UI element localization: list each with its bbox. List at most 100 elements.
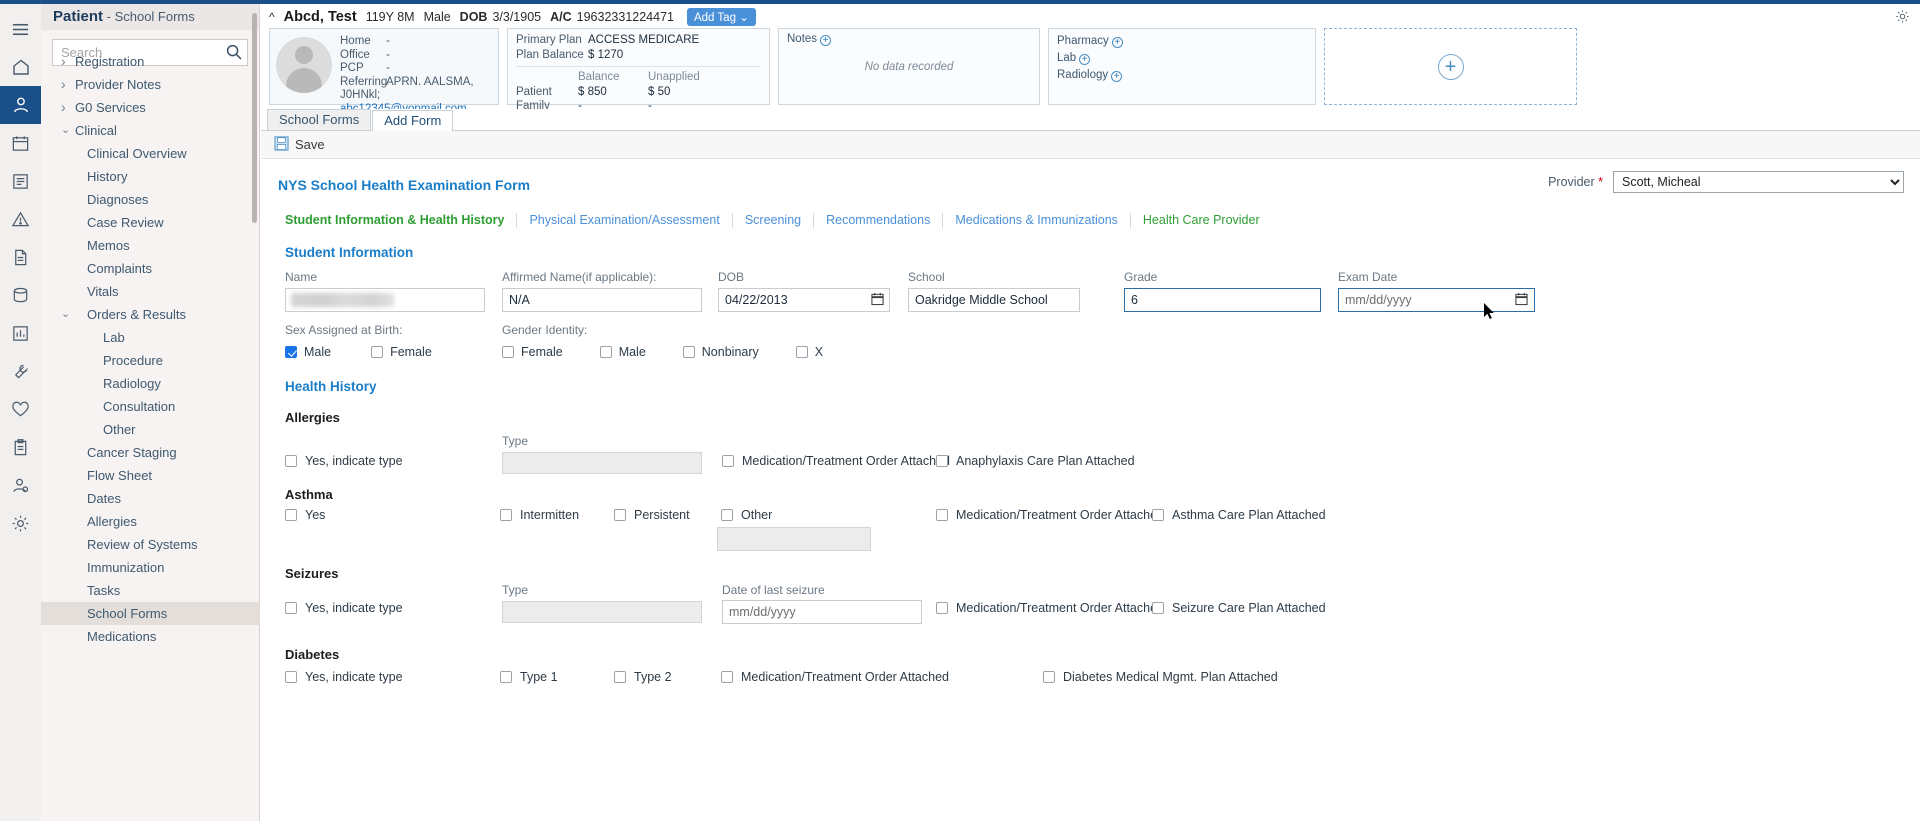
seizures-med-order[interactable]: Medication/Treatment Order Attached: [936, 601, 1164, 615]
sidebar-item-case-review[interactable]: Case Review: [41, 211, 260, 234]
user-gear-icon[interactable]: [0, 466, 41, 504]
sidebar-item-g0-services[interactable]: › G0 Services: [41, 96, 260, 119]
seizures-last-date-input[interactable]: [722, 600, 922, 624]
asthma-other-checkbox[interactable]: [721, 509, 733, 521]
seizures-care-plan-checkbox[interactable]: [1152, 602, 1164, 614]
dob-input[interactable]: [718, 288, 890, 312]
sidebar-item-school-forms[interactable]: School Forms: [41, 602, 260, 625]
exam-date-input[interactable]: [1338, 288, 1535, 312]
allergies-yes-checkbox[interactable]: [285, 455, 297, 467]
allergies-med-order-checkbox[interactable]: [722, 455, 734, 467]
grade-input[interactable]: [1124, 288, 1321, 312]
sidebar-item-vitals[interactable]: Vitals: [41, 280, 260, 303]
sidebar-item-review-of-systems[interactable]: Review of Systems: [41, 533, 260, 556]
sidebar-item-tasks[interactable]: Tasks: [41, 579, 260, 602]
content-tabstrip[interactable]: School Forms Add Form: [261, 109, 1920, 131]
asthma-intermitten-checkbox[interactable]: [500, 509, 512, 521]
asthma-med-order[interactable]: Medication/Treatment Order Attached: [936, 508, 1164, 522]
seizures-care-plan[interactable]: Seizure Care Plan Attached: [1152, 601, 1326, 615]
sidebar-item-clinical-overview[interactable]: Clinical Overview: [41, 142, 260, 165]
diabetes-type2-checkbox[interactable]: [614, 671, 626, 683]
diabetes-yes-checkbox[interactable]: [285, 671, 297, 683]
seizures-type-input[interactable]: [502, 601, 702, 623]
payment-icon[interactable]: [0, 276, 41, 314]
tools-icon[interactable]: [0, 352, 41, 390]
sidebar-item-procedure[interactable]: Procedure: [41, 349, 260, 372]
gender-identity-male-checkbox[interactable]: [599, 346, 612, 358]
sidebar-item-other[interactable]: Other: [41, 418, 260, 441]
form-tabstrip[interactable]: Student Information & Health History Phys…: [277, 213, 1904, 228]
chevron-down-icon[interactable]: ⌄: [61, 303, 70, 326]
tab-add-form[interactable]: Add Form: [372, 110, 454, 131]
sidebar-item-complaints[interactable]: Complaints: [41, 257, 260, 280]
add-tag-button[interactable]: Add Tag ⌄: [686, 7, 756, 26]
gender-identity-female-checkbox[interactable]: [502, 346, 514, 358]
asthma-care-plan[interactable]: Asthma Care Plan Attached: [1152, 508, 1326, 522]
diabetes-care-plan-checkbox[interactable]: [1043, 671, 1055, 683]
add-lab-icon[interactable]: +: [1079, 54, 1091, 65]
sidebar-item-history[interactable]: History: [41, 165, 260, 188]
nav-scrollbar[interactable]: [252, 13, 257, 223]
sidebar-item-dates[interactable]: Dates: [41, 487, 260, 510]
asthma-med-order-checkbox[interactable]: [936, 509, 948, 521]
sidebar-item-medications[interactable]: Medications: [41, 625, 260, 648]
sidebar-item-memos[interactable]: Memos: [41, 234, 260, 257]
save-button[interactable]: Save: [274, 135, 325, 154]
sex-assigned-male-checkbox[interactable]: [285, 346, 297, 358]
gender-identity-nonbinary-checkbox[interactable]: [682, 346, 695, 358]
gender-identity-x[interactable]: X: [795, 345, 823, 359]
sidebar-item-immunization[interactable]: Immunization: [41, 556, 260, 579]
affirmed-name-input[interactable]: [502, 288, 702, 312]
gender-identity-x-checkbox[interactable]: [795, 346, 808, 358]
heartbeat-icon[interactable]: [0, 390, 41, 428]
diabetes-type2[interactable]: Type 2: [614, 670, 672, 684]
sex-assigned-female[interactable]: Female: [371, 345, 432, 359]
asthma-persistent[interactable]: Persistent: [614, 508, 690, 522]
chevron-right-icon[interactable]: ›: [61, 73, 66, 96]
collapse-chevron-icon[interactable]: ^: [269, 10, 275, 24]
form-tab-screening[interactable]: Screening: [733, 213, 815, 228]
sidebar-item-cancer-staging[interactable]: Cancer Staging: [41, 441, 260, 464]
asthma-yes[interactable]: Yes: [285, 508, 325, 522]
gender-identity-male[interactable]: Male: [599, 345, 646, 359]
diabetes-type1-checkbox[interactable]: [500, 671, 512, 683]
sidebar-item-radiology[interactable]: Radiology: [41, 372, 260, 395]
sex-assigned-male[interactable]: Male: [285, 345, 331, 359]
sidebar-item-lab[interactable]: Lab: [41, 326, 260, 349]
allergies-care-plan[interactable]: Anaphylaxis Care Plan Attached: [936, 454, 1135, 468]
allergies-type-input[interactable]: [502, 452, 702, 474]
asthma-care-plan-checkbox[interactable]: [1152, 509, 1164, 521]
seizures-yes-checkbox[interactable]: [285, 602, 297, 614]
tab-school-forms[interactable]: School Forms: [267, 109, 372, 130]
add-widget-card[interactable]: +: [1324, 28, 1577, 105]
hamburger-menu-icon[interactable]: [0, 10, 41, 48]
document-icon[interactable]: [0, 238, 41, 276]
add-radiology-icon[interactable]: +: [1111, 71, 1123, 82]
seizures-med-order-checkbox[interactable]: [936, 602, 948, 614]
diabetes-yes[interactable]: Yes, indicate type: [285, 670, 403, 684]
sidebar-item-provider-notes[interactable]: › Provider Notes: [41, 73, 260, 96]
sidebar-item-flow-sheet[interactable]: Flow Sheet: [41, 464, 260, 487]
allergies-care-plan-checkbox[interactable]: [936, 455, 948, 467]
sex-assigned-female-checkbox[interactable]: [371, 346, 384, 358]
diabetes-med-order[interactable]: Medication/Treatment Order Attached: [721, 670, 949, 684]
diabetes-med-order-checkbox[interactable]: [721, 671, 733, 683]
gender-identity-group[interactable]: Female Male Nonbinary X: [502, 345, 843, 359]
billing-icon[interactable]: [0, 162, 41, 200]
sidebar-item-consultation[interactable]: Consultation: [41, 395, 260, 418]
chevron-down-icon[interactable]: ⌄: [61, 119, 70, 142]
asthma-yes-checkbox[interactable]: [285, 509, 297, 521]
clipboard-icon[interactable]: [0, 428, 41, 466]
report-icon[interactable]: [0, 314, 41, 352]
asthma-other[interactable]: Other: [721, 508, 772, 522]
nav-list[interactable]: › Registration › Provider Notes › G0 Services…: [41, 50, 260, 821]
sidebar-item-registration[interactable]: › Registration: [41, 50, 260, 73]
form-tab-medications-immunizations[interactable]: Medications & Immunizations: [943, 213, 1131, 228]
form-tab-physical-examination-assessment[interactable]: Physical Examination/Assessment: [517, 213, 733, 228]
header-gear-icon[interactable]: [1895, 9, 1910, 27]
calendar-icon[interactable]: [0, 124, 41, 162]
seizures-yes[interactable]: Yes, indicate type: [285, 601, 403, 615]
form-tab-student-information-health-history[interactable]: Student Information & Health History: [277, 213, 518, 228]
sidebar-item-diagnoses[interactable]: Diagnoses: [41, 188, 260, 211]
asthma-intermitten[interactable]: Intermitten: [500, 508, 579, 522]
